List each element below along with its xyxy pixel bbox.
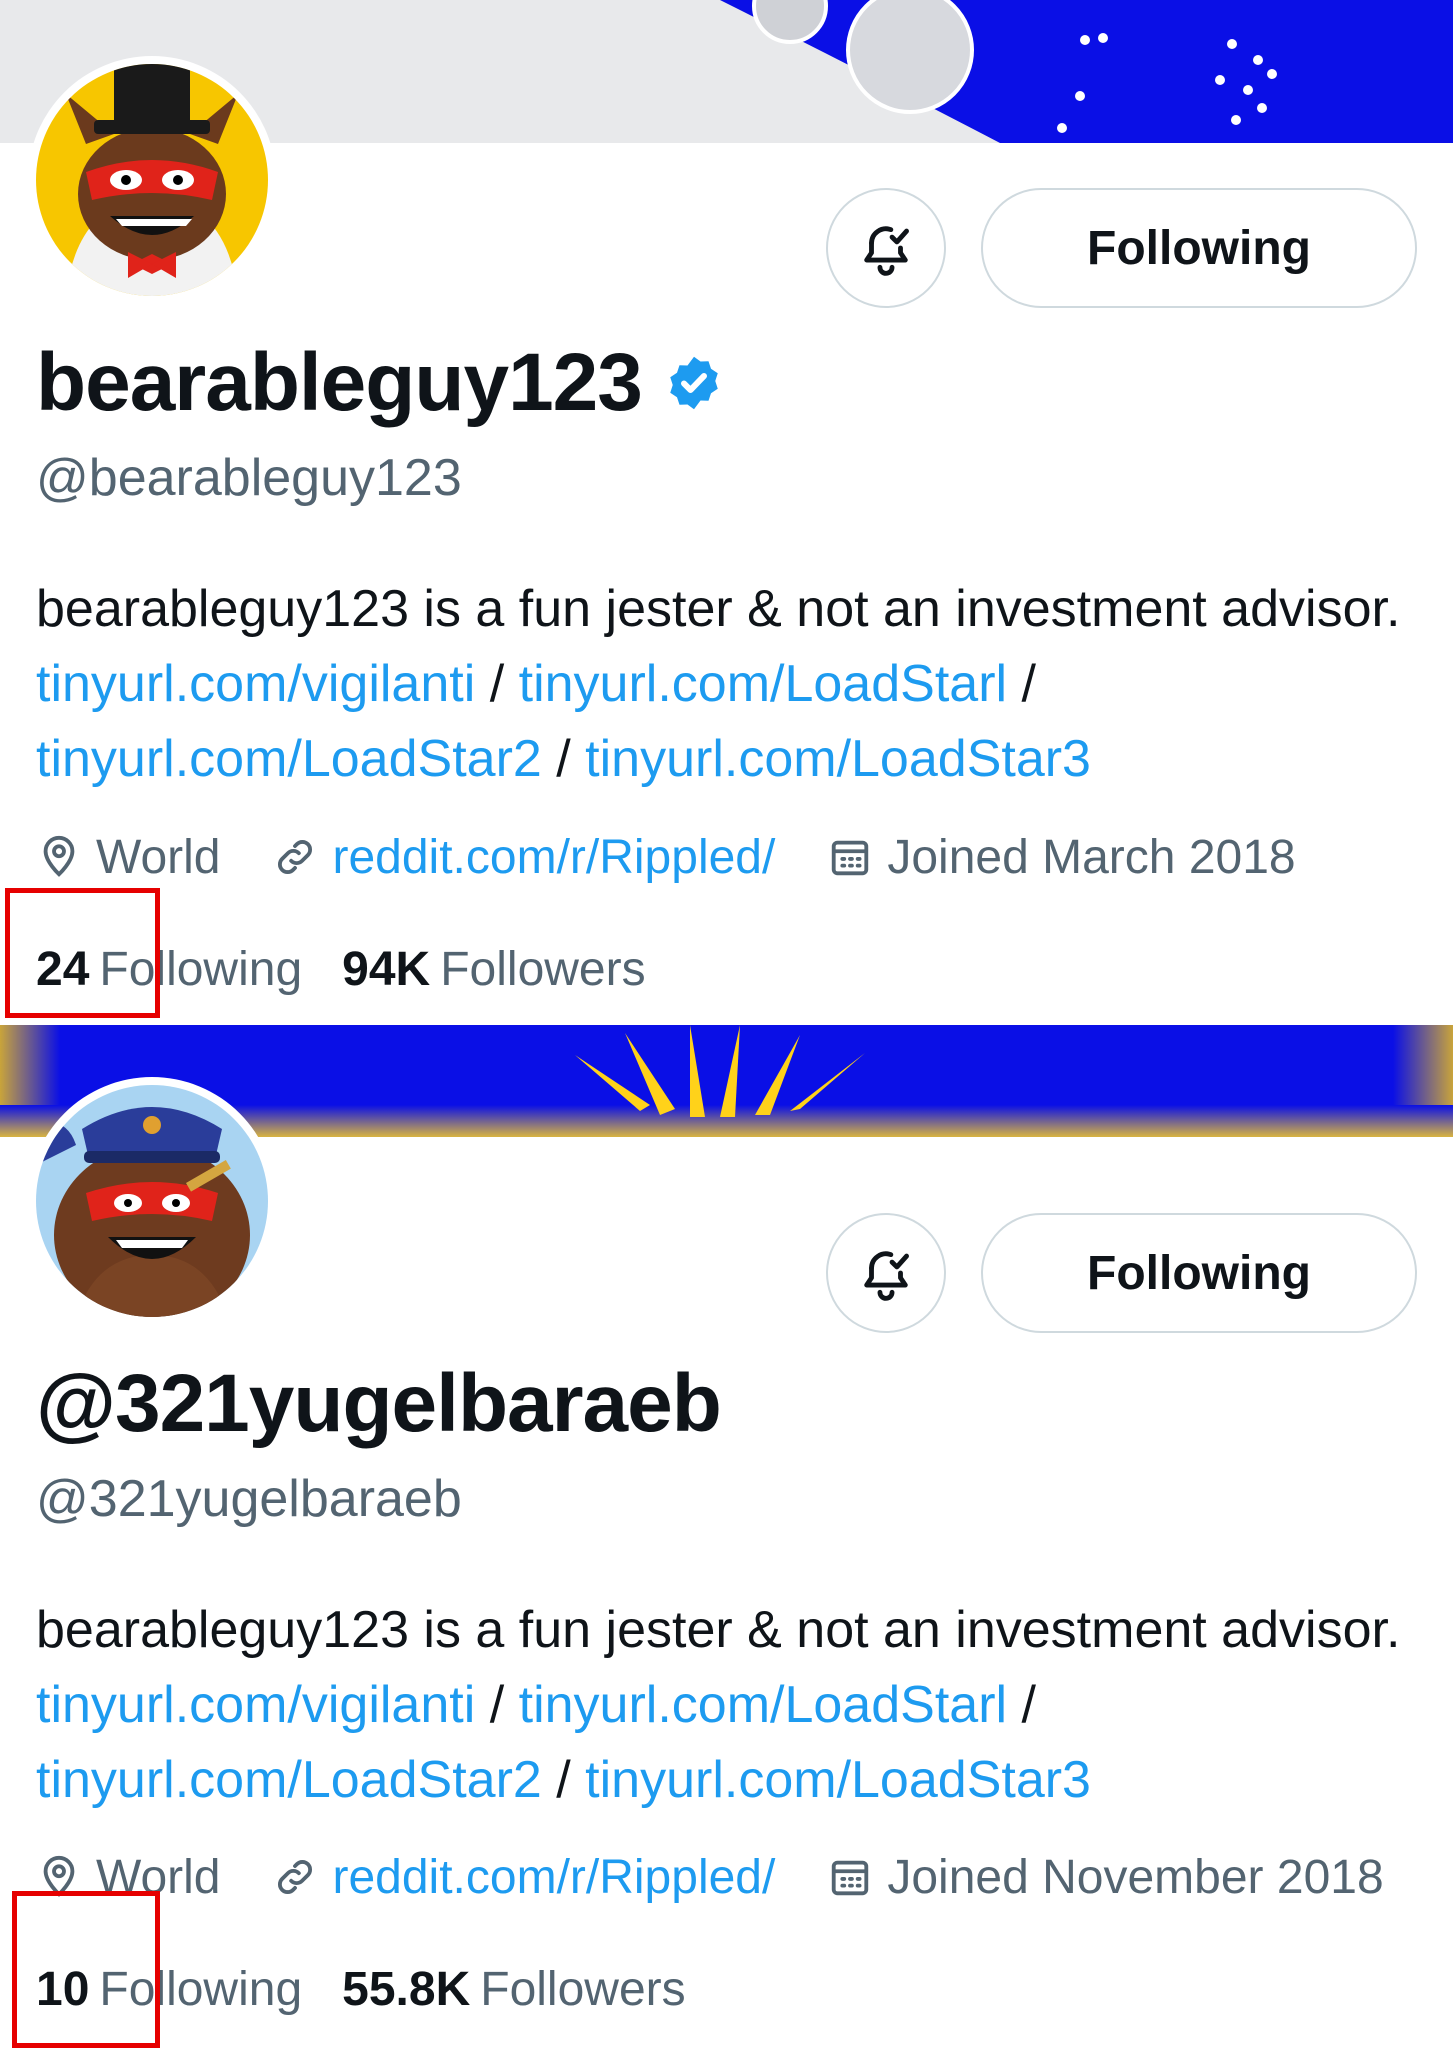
avatar[interactable] [36,64,268,296]
following-button[interactable]: Following [981,1213,1417,1333]
profile-bio: bearableguy123 is a fun jester & not an … [36,1593,1416,1818]
location-pin-icon [43,1855,75,1897]
verified-badge-icon[interactable] [664,353,724,413]
location-item: World [36,1850,220,1905]
location-item: World [36,830,220,885]
bio-text: bearableguy123 is a fun jester & not an … [36,580,1401,638]
bio-separator: / [489,1676,505,1734]
following-label: Following [99,942,303,996]
display-name-text: @321yugelbaraeb [36,1358,722,1449]
bell-check-icon [864,1251,909,1301]
joined-text: Joined March 2018 [887,830,1296,884]
follow-stats: 24 Following 94K Followers [36,937,686,1001]
bio-link[interactable]: tinyurl.com/LoadStar2 [36,1751,542,1809]
display-name: bearableguy123 [36,336,724,430]
joined-item: Joined March 2018 [827,830,1296,885]
website-link[interactable]: reddit.com/r/Rippled/ [332,830,775,885]
bio-separator: / [489,655,505,713]
profile-card-1: Following bearableguy123 @bearableguy123… [0,0,1453,1025]
bio-link[interactable]: tinyurl.com/LoadStar3 [585,1751,1091,1809]
profile-bio: bearableguy123 is a fun jester & not an … [36,572,1416,797]
bell-check-icon [864,226,909,276]
calendar-icon [832,840,869,876]
profile-meta: World reddit.com/r/Rippled/ Joined March… [36,825,1433,889]
avatar-ring [28,1077,276,1325]
bio-link[interactable]: tinyurl.com/LoadStarl [519,655,1007,713]
website-link[interactable]: reddit.com/r/Rippled/ [332,1850,775,1905]
avatar-ring [28,56,276,304]
following-stat[interactable]: 10 Following [36,1962,302,2017]
following-stat[interactable]: 24 Following [36,942,302,997]
followers-count: 94K [342,942,431,996]
follow-stats: 10 Following 55.8K Followers [36,1957,726,2021]
following-label: Following [99,1962,303,2016]
user-handle: @bearableguy123 [36,449,462,507]
joined-item: Joined November 2018 [827,1850,1384,1905]
bio-text: bearableguy123 is a fun jester & not an … [36,1601,1401,1659]
following-button[interactable]: Following [981,188,1417,308]
location-text: World [96,1850,221,1904]
bio-link[interactable]: tinyurl.com/LoadStar3 [585,730,1091,788]
followers-stat[interactable]: 55.8K Followers [342,1962,685,2017]
bio-separator: / [556,730,571,788]
followers-label: Followers [480,1962,686,2016]
followers-count: 55.8K [342,1962,471,2016]
bio-link[interactable]: tinyurl.com/LoadStar2 [36,730,542,788]
bio-separator: / [1021,1676,1036,1734]
profile-meta: World reddit.com/r/Rippled/ Joined Novem… [36,1845,1433,1909]
bio-link[interactable]: tinyurl.com/vigilanti [36,1676,475,1734]
link-icon [278,840,313,874]
bio-separator: / [556,1751,571,1809]
notification-button[interactable] [826,188,946,308]
user-handle: @321yugelbaraeb [36,1470,462,1528]
display-name: @321yugelbaraeb [36,1357,722,1451]
bio-link[interactable]: tinyurl.com/LoadStarl [519,1676,1007,1734]
followers-stat[interactable]: 94K Followers [342,942,645,997]
website-item[interactable]: reddit.com/r/Rippled/ [272,830,775,885]
joined-text: Joined November 2018 [887,1850,1384,1904]
location-pin-icon [43,835,75,877]
followers-label: Followers [440,942,646,996]
following-count: 10 [36,1962,90,2016]
bio-link[interactable]: tinyurl.com/vigilanti [36,655,475,713]
display-name-text: bearableguy123 [36,337,643,428]
location-text: World [96,830,221,884]
website-item[interactable]: reddit.com/r/Rippled/ [272,1850,775,1905]
avatar[interactable] [36,1085,268,1317]
following-count: 24 [36,942,90,996]
profile-card-2: Following @321yugelbaraeb @321yugelbarae… [0,1025,1453,2048]
link-icon [278,1860,313,1894]
bio-separator: / [1021,655,1036,713]
notification-button[interactable] [826,1213,946,1333]
calendar-icon [832,1860,869,1896]
